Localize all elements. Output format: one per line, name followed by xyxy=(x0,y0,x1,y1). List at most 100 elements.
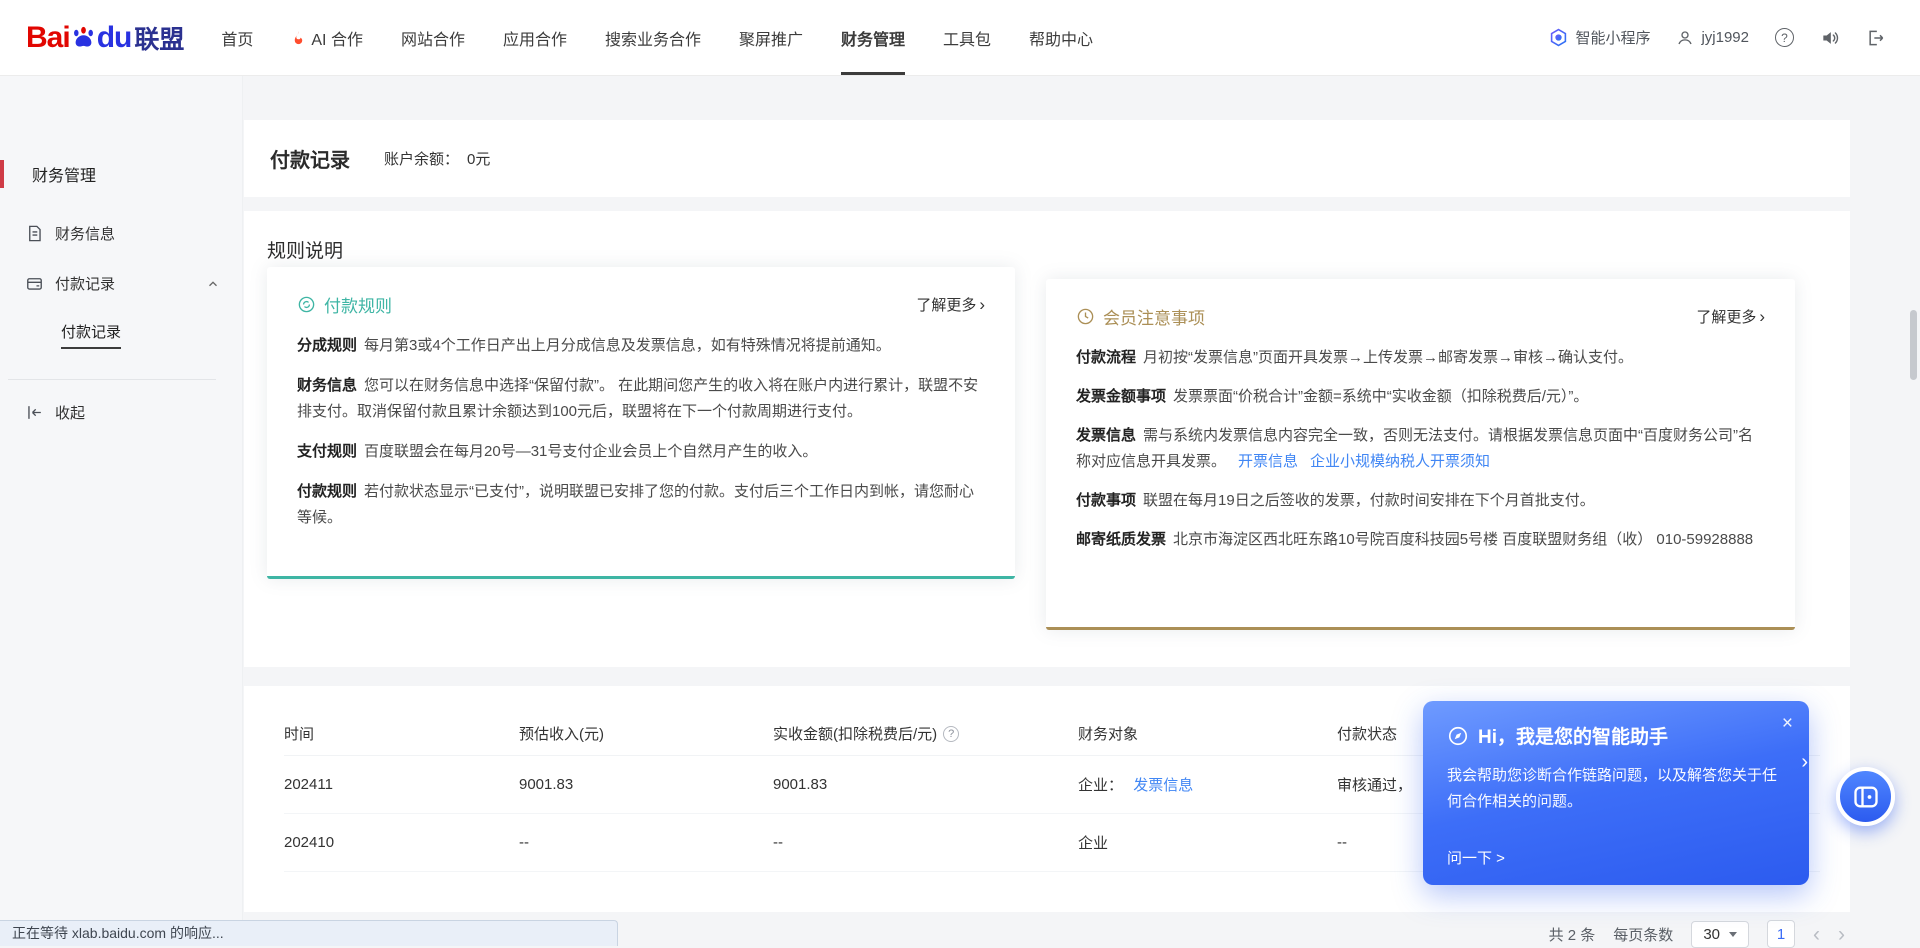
cell-actual-amount: -- xyxy=(773,834,1078,851)
invoice-open-info-link[interactable]: 开票信息 xyxy=(1238,453,1298,470)
chevron-right-icon: › xyxy=(1759,308,1765,325)
nav-label: 帮助中心 xyxy=(1029,26,1093,50)
small-taxpayer-notice-link[interactable]: 企业小规模纳税人开票须知 xyxy=(1310,453,1490,470)
rule-item: 付款流程月初按“发票信息”页面开具发票→上传发票→邮寄发票→审核→确认支付。 xyxy=(1076,345,1765,371)
rule-item: 付款事项联盟在每月19日之后签收的发票，付款时间安排在下个月首批支付。 xyxy=(1076,488,1765,514)
logo-text-bai: Bai xyxy=(26,21,70,55)
cell-finance-target: 企业 xyxy=(1078,832,1337,853)
assistant-float-button[interactable] xyxy=(1836,767,1895,826)
sidebar-subitem-payment-records[interactable]: 付款记录 xyxy=(61,321,121,349)
collapse-label: 收起 xyxy=(55,402,85,423)
sidebar: 财务管理 财务信息 付款记录 付款记录 xyxy=(0,76,243,946)
sidebar-divider xyxy=(8,379,216,380)
ask-assistant-link[interactable]: 问一下 > xyxy=(1447,847,1505,868)
rule-item-text: 若付款状态显示“已支付”，说明联盟已安排了您的付款。支付后三个工作日内到帐，请您… xyxy=(297,483,974,526)
member-notes-learn-more-link[interactable]: 了解更多 › xyxy=(1696,306,1765,327)
chevron-right-icon: › xyxy=(979,296,985,313)
sidebar-item-label: 财务信息 xyxy=(55,223,115,244)
nav-item-website-cooperation[interactable]: 网站合作 xyxy=(382,0,484,75)
rule-item-text: 联盟在每月19日之后签收的发票，付款时间安排在下个月首批支付。 xyxy=(1143,492,1595,509)
page-header-card: 付款记录 账户余额： 0元 xyxy=(244,120,1850,197)
rule-item: 财务信息您可以在财务信息中选择“保留付款”。 在此期间您产生的收入将在账户内进行… xyxy=(297,373,985,425)
payment-rules-icon xyxy=(297,295,316,314)
header-label: 财务对象 xyxy=(1078,723,1138,744)
smart-miniprogram-entry[interactable]: 智能小程序 xyxy=(1549,27,1650,48)
chevron-up-icon[interactable] xyxy=(206,277,220,291)
sound-icon[interactable] xyxy=(1820,28,1840,48)
question-glyph: ? xyxy=(948,728,954,740)
nav-item-search-cooperation[interactable]: 搜索业务合作 xyxy=(586,0,720,75)
question-glyph: ? xyxy=(1781,31,1788,45)
help-icon[interactable]: ? xyxy=(1775,28,1794,47)
miniprogram-label: 智能小程序 xyxy=(1575,27,1650,48)
question-tooltip-icon[interactable]: ? xyxy=(943,726,959,742)
page-size-select[interactable]: 30 xyxy=(1691,921,1749,948)
page-number-current[interactable]: 1 xyxy=(1767,920,1795,948)
payment-rules-learn-more-link[interactable]: 了解更多 › xyxy=(916,294,985,315)
member-notes-icon xyxy=(1076,307,1095,326)
sidebar-collapse-button[interactable]: 收起 xyxy=(25,402,220,423)
rules-section: 规则说明 付款规则 了解更多 › 分成规则每月第3或4个工作日产出上月分成信息及… xyxy=(244,211,1850,667)
caret-down-icon xyxy=(1729,932,1737,937)
payment-rules-card: 付款规则 了解更多 › 分成规则每月第3或4个工作日产出上月分成信息及发票信息，… xyxy=(267,267,1015,579)
account-balance-value: 0元 xyxy=(467,148,490,169)
cell-estimated-income: 9001.83 xyxy=(519,776,773,793)
rule-item-text: 百度联盟会在每月20号—31号支付企业会员上个自然月产生的收入。 xyxy=(364,443,817,460)
finance-info-icon xyxy=(25,224,44,243)
nav-label: 网站合作 xyxy=(401,26,465,50)
rule-item-text: 北京市海淀区西北旺东路10号院百度科技园5号楼 百度联盟财务组（收） 010-5… xyxy=(1173,531,1753,548)
nav-item-app-cooperation[interactable]: 应用合作 xyxy=(484,0,586,75)
rules-section-title: 规则说明 xyxy=(267,236,343,263)
rule-item-label: 支付规则 xyxy=(297,443,357,460)
nav-item-screen-promotion[interactable]: 聚屏推广 xyxy=(720,0,822,75)
sidebar-item-payment-records[interactable]: 付款记录 xyxy=(25,273,220,294)
account-balance: 账户余额： 0元 xyxy=(384,148,490,169)
nav-item-help-center[interactable]: 帮助中心 xyxy=(1010,0,1112,75)
nav-item-home[interactable]: 首页 xyxy=(202,0,272,75)
sidebar-item-finance-info[interactable]: 财务信息 xyxy=(25,223,220,244)
nav-label: 应用合作 xyxy=(503,26,567,50)
cell-estimated-income: -- xyxy=(519,834,773,851)
nav-item-finance-management[interactable]: 财务管理 xyxy=(822,0,924,75)
invoice-info-link[interactable]: 发票信息 xyxy=(1133,777,1193,794)
cell-time: 202410 xyxy=(284,834,519,851)
nav-label: 工具包 xyxy=(943,26,991,50)
close-icon[interactable]: × xyxy=(1782,713,1793,735)
baidu-union-logo[interactable]: Bai du 联盟 xyxy=(26,20,184,56)
sidebar-section-finance-management[interactable]: 财务管理 xyxy=(0,160,96,188)
nav-item-ai-cooperation[interactable]: AI 合作 xyxy=(272,0,382,75)
rule-item: 分成规则每月第3或4个工作日产出上月分成信息及发票信息，如有特殊情况将提前通知。 xyxy=(297,333,985,359)
nav-label: AI 合作 xyxy=(311,26,363,50)
member-notes-card: 会员注意事项 了解更多 › 付款流程月初按“发票信息”页面开具发票→上传发票→邮… xyxy=(1046,279,1795,630)
vertical-scrollbar-thumb[interactable] xyxy=(1910,310,1917,380)
target-prefix: 企业 xyxy=(1078,835,1108,852)
rule-item-label: 邮寄纸质发票 xyxy=(1076,531,1166,548)
member-notes-title: 会员注意事项 xyxy=(1103,304,1205,329)
target-prefix: 企业： xyxy=(1078,777,1123,794)
rule-item: 付款规则若付款状态显示“已支付”，说明联盟已安排了您的付款。支付后三个工作日内到… xyxy=(297,479,985,531)
nav-item-toolkit[interactable]: 工具包 xyxy=(924,0,1010,75)
rule-item-text: 月初按“发票信息”页面开具发票→上传发票→邮寄发票→审核→确认支付。 xyxy=(1143,349,1633,366)
prev-page-button[interactable]: ‹ xyxy=(1813,924,1820,945)
cell-actual-amount: 9001.83 xyxy=(773,776,1078,793)
sidebar-section-label: 财务管理 xyxy=(32,162,96,186)
column-header-estimated-income: 预估收入(元) xyxy=(519,723,773,744)
page-title: 付款记录 xyxy=(270,144,350,173)
navbar-right: 智能小程序 jyj1992 ? xyxy=(1549,27,1886,48)
next-page-button[interactable]: › xyxy=(1838,924,1845,945)
assistant-title: Hi，我是您的智能助手 xyxy=(1478,722,1668,749)
nav-label: 聚屏推广 xyxy=(739,26,803,50)
sidebar-item-label: 付款记录 xyxy=(55,273,115,294)
rule-item-label: 付款流程 xyxy=(1076,349,1136,366)
header-label: 预估收入(元) xyxy=(519,723,604,744)
pagination: 共 2 条 每页条数 30 1 ‹ › xyxy=(1549,920,1845,948)
rule-item: 支付规则百度联盟会在每月20号—31号支付企业会员上个自然月产生的收入。 xyxy=(297,439,985,465)
logout-icon[interactable] xyxy=(1866,28,1886,48)
column-header-actual-amount: 实收金额(扣除税费后/元) ? xyxy=(773,723,1078,744)
user-account-entry[interactable]: jyj1992 xyxy=(1676,29,1749,47)
miniprogram-icon xyxy=(1549,28,1568,47)
sidebar-subitem-label: 付款记录 xyxy=(61,324,121,341)
rule-item-label: 发票金额事项 xyxy=(1076,388,1166,405)
rule-item-text: 每月第3或4个工作日产出上月分成信息及发票信息，如有特殊情况将提前通知。 xyxy=(364,337,891,354)
assistant-expand-chevron-icon: › xyxy=(1801,751,1808,774)
